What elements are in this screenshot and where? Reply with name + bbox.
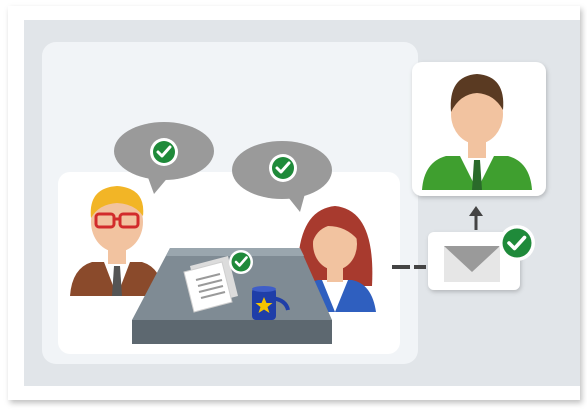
diagram-canvas — [8, 6, 580, 400]
check-circle-icon — [269, 154, 297, 182]
envelope-icon — [444, 246, 500, 282]
check-circle-icon — [229, 250, 253, 274]
check-circle-icon — [150, 138, 178, 166]
check-circle-icon — [499, 225, 535, 261]
approval-workflow-diagram — [0, 0, 587, 410]
